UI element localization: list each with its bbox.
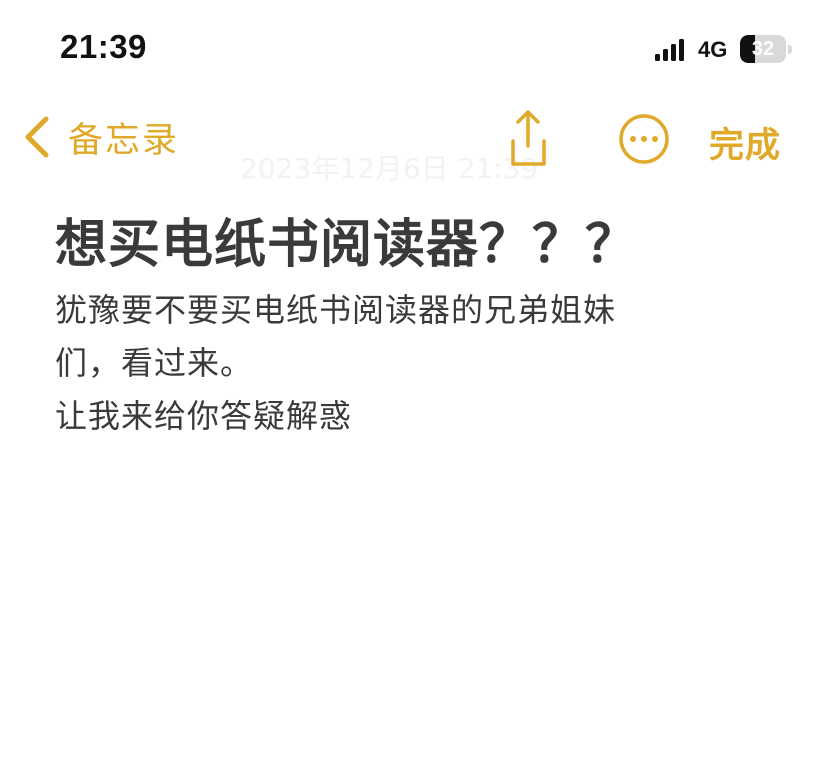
battery-icon: 32 (740, 35, 792, 63)
status-time: 21:39 (60, 28, 147, 65)
nav-bar: 备忘录 2023年12月6日 21:39 完成 (0, 95, 828, 185)
back-button[interactable]: 备忘录 (22, 111, 179, 163)
chevron-left-icon (25, 116, 49, 158)
note-body[interactable]: 犹豫要不要买电纸书阅读器的兄弟姐妹 们，看过来。 让我来给你答疑解惑 (55, 284, 775, 443)
ellipsis-circle-icon[interactable] (618, 113, 670, 165)
note-line: 让我来给你答疑解惑 (55, 397, 353, 435)
network-type-label: 4G (698, 37, 728, 62)
share-icon[interactable] (503, 107, 553, 169)
done-button[interactable]: 完成 (709, 117, 781, 168)
status-bar: 21:39 4G 32 (0, 0, 828, 90)
note-line: 犹豫要不要买电纸书阅读器的兄弟姐妹 (55, 291, 617, 329)
battery-percent: 32 (751, 38, 775, 60)
note-title[interactable]: 想买电纸书阅读器？？？ (55, 202, 638, 277)
battery-body: 32 (740, 35, 786, 63)
battery-cap (788, 45, 792, 54)
note-line: 们，看过来。 (55, 344, 254, 382)
note-date: 2023年12月6日 21:39 (240, 152, 539, 185)
cellular-signal-icon (655, 39, 684, 61)
back-label: 备忘录 (68, 120, 180, 161)
